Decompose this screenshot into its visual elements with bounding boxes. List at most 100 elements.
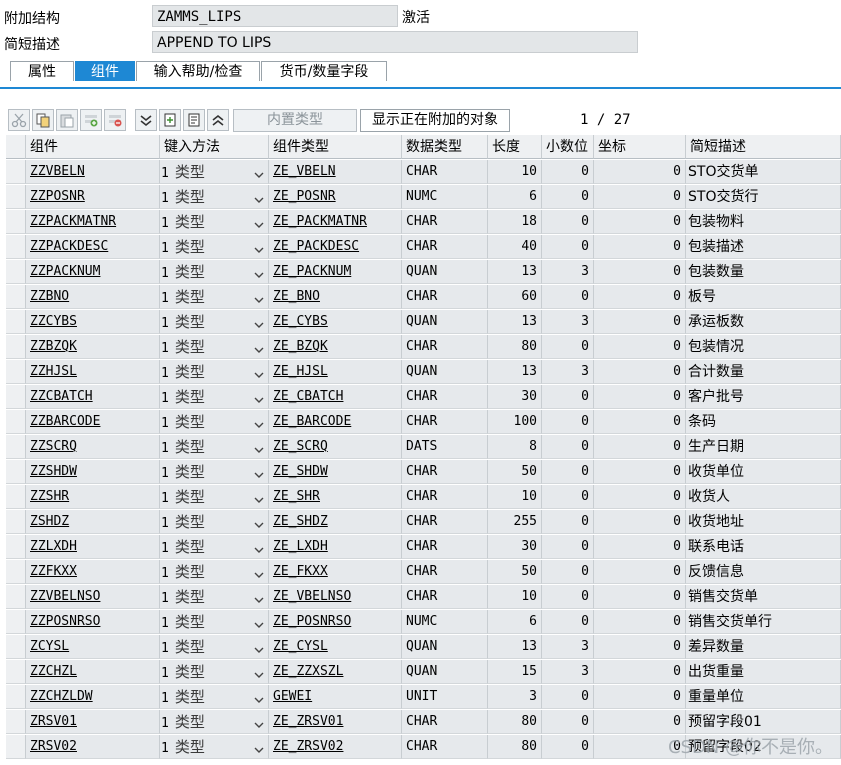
row-selector[interactable] (6, 260, 26, 284)
component-name-cell[interactable]: ZZCHZL (26, 660, 160, 684)
chevron-down-icon[interactable] (254, 665, 264, 683)
entry-method-cell[interactable]: 1 类型 (160, 585, 269, 609)
table-row[interactable]: 1 类型 ZZCYBS ZE_CYBS QUAN 13 3 0 承运板数 (0, 310, 841, 335)
entry-method-cell[interactable]: 1 类型 (160, 560, 269, 584)
chevron-down-icon[interactable] (254, 615, 264, 633)
short-desc-cell[interactable]: 联系电话 (686, 535, 841, 559)
short-desc-cell[interactable]: 承运板数 (686, 310, 841, 334)
chevron-down-icon[interactable] (254, 715, 264, 733)
entry-method-cell[interactable]: 1 类型 (160, 360, 269, 384)
component-name-cell[interactable]: ZZFKXX (26, 560, 160, 584)
component-type-cell[interactable]: ZE_SHDZ (269, 510, 402, 534)
row-selector[interactable] (6, 560, 26, 584)
table-row[interactable]: 1 类型 ZZBNO ZE_BNO CHAR 60 0 0 板号 (0, 285, 841, 310)
component-type-cell[interactable]: ZE_ZRSV02 (269, 735, 402, 759)
row-selector[interactable] (6, 685, 26, 709)
chevron-down-icon[interactable] (254, 690, 264, 708)
entry-method-cell[interactable]: 1 类型 (160, 685, 269, 709)
component-name-cell[interactable]: ZZSHR (26, 485, 160, 509)
short-desc-cell[interactable]: 出货重量 (686, 660, 841, 684)
col-header-decimals[interactable]: 小数位 (542, 135, 594, 159)
chevron-down-icon[interactable] (254, 315, 264, 333)
row-selector[interactable] (6, 160, 26, 184)
short-desc-cell[interactable]: 包装数量 (686, 260, 841, 284)
component-name-cell[interactable]: ZZVBELN (26, 160, 160, 184)
table-row[interactable]: 1 类型 ZZVBELN ZE_VBELN CHAR 10 0 0 STO交货单 (0, 160, 841, 185)
table-row[interactable]: 1 类型 ZZSHR ZE_SHR CHAR 10 0 0 收货人 (0, 485, 841, 510)
chevron-down-icon[interactable] (254, 365, 264, 383)
row-selector[interactable] (6, 210, 26, 234)
row-selector[interactable] (6, 710, 26, 734)
component-type-cell[interactable]: ZE_VBELNSO (269, 585, 402, 609)
component-name-cell[interactable]: ZZCYBS (26, 310, 160, 334)
table-row[interactable]: 1 类型 ZZVBELNSO ZE_VBELNSO CHAR 10 0 0 销售交货单 (0, 585, 841, 610)
entry-method-cell[interactable]: 1 类型 (160, 335, 269, 359)
entry-method-cell[interactable]: 1 类型 (160, 160, 269, 184)
row-selector[interactable] (6, 185, 26, 209)
chevron-down-icon[interactable] (254, 390, 264, 408)
component-type-cell[interactable]: ZE_POSNRSO (269, 610, 402, 634)
component-type-cell[interactable]: ZE_BARCODE (269, 410, 402, 434)
component-name-cell[interactable]: ZZPOSNR (26, 185, 160, 209)
component-name-cell[interactable]: ZZSHDW (26, 460, 160, 484)
chevron-down-icon[interactable] (254, 740, 264, 758)
short-desc-cell[interactable]: STO交货单 (686, 160, 841, 184)
entry-method-cell[interactable]: 1 类型 (160, 460, 269, 484)
short-desc-cell[interactable]: 差异数量 (686, 635, 841, 659)
row-selector[interactable] (6, 285, 26, 309)
table-row[interactable]: 1 类型 ZSHDZ ZE_SHDZ CHAR 255 0 0 收货地址 (0, 510, 841, 535)
short-desc-field[interactable]: APPEND TO LIPS (152, 31, 638, 53)
component-type-cell[interactable]: ZE_SCRQ (269, 435, 402, 459)
chevron-down-icon[interactable] (254, 540, 264, 558)
entry-method-cell[interactable]: 1 类型 (160, 660, 269, 684)
component-type-cell[interactable]: ZE_ZRSV01 (269, 710, 402, 734)
table-row[interactable]: 1 类型 ZCYSL ZE_CYSL QUAN 13 3 0 差异数量 (0, 635, 841, 660)
entry-method-cell[interactable]: 1 类型 (160, 610, 269, 634)
component-name-cell[interactable]: ZSHDZ (26, 510, 160, 534)
delete-row-icon[interactable] (104, 109, 126, 131)
tab-components[interactable]: 组件 (75, 61, 135, 81)
row-selector[interactable] (6, 485, 26, 509)
short-desc-cell[interactable]: 收货地址 (686, 510, 841, 534)
short-desc-cell[interactable]: 客户批号 (686, 385, 841, 409)
table-row[interactable]: 1 类型 ZZLXDH ZE_LXDH CHAR 30 0 0 联系电话 (0, 535, 841, 560)
copy-icon[interactable] (32, 109, 54, 131)
row-selector[interactable] (6, 335, 26, 359)
chevron-down-icon[interactable] (254, 515, 264, 533)
short-desc-cell[interactable]: 板号 (686, 285, 841, 309)
row-selector[interactable] (6, 635, 26, 659)
short-desc-cell[interactable]: 包装情况 (686, 335, 841, 359)
row-selector[interactable] (6, 735, 26, 759)
chevron-down-icon[interactable] (254, 590, 264, 608)
short-desc-cell[interactable]: 收货单位 (686, 460, 841, 484)
short-desc-cell[interactable]: 重量单位 (686, 685, 841, 709)
chevron-down-icon[interactable] (254, 215, 264, 233)
short-desc-cell[interactable]: 销售交货单行 (686, 610, 841, 634)
component-name-cell[interactable]: ZRSV01 (26, 710, 160, 734)
select-all-cell[interactable] (6, 135, 26, 159)
component-name-cell[interactable]: ZZCBATCH (26, 385, 160, 409)
cut-icon[interactable] (8, 109, 30, 131)
table-row[interactable]: 1 类型 ZZPACKMATNR ZE_PACKMATNR CHAR 18 0 0 包装物料 (0, 210, 841, 235)
col-header-entry-method[interactable]: 键入方法 (160, 135, 269, 159)
table-row[interactable]: 1 类型 ZZSCRQ ZE_SCRQ DATS 8 0 0 生产日期 (0, 435, 841, 460)
table-row[interactable]: 1 类型 ZZPACKDESC ZE_PACKDESC CHAR 40 0 0 包装描述 (0, 235, 841, 260)
row-selector[interactable] (6, 435, 26, 459)
component-name-cell[interactable]: ZZVBELNSO (26, 585, 160, 609)
row-selector[interactable] (6, 510, 26, 534)
short-desc-cell[interactable]: 条码 (686, 410, 841, 434)
row-selector[interactable] (6, 310, 26, 334)
short-desc-cell[interactable]: STO交货行 (686, 185, 841, 209)
chevron-down-icon[interactable] (254, 640, 264, 658)
chevron-down-icon[interactable] (254, 190, 264, 208)
row-selector[interactable] (6, 235, 26, 259)
component-type-cell[interactable]: ZE_PACKMATNR (269, 210, 402, 234)
col-header-component[interactable]: 组件 (26, 135, 160, 159)
chevron-down-icon[interactable] (254, 240, 264, 258)
component-name-cell[interactable]: ZZPACKMATNR (26, 210, 160, 234)
row-selector[interactable] (6, 585, 26, 609)
chevron-down-icon[interactable] (254, 565, 264, 583)
short-desc-cell[interactable]: 生产日期 (686, 435, 841, 459)
short-desc-cell[interactable]: 包装物料 (686, 210, 841, 234)
component-name-cell[interactable]: ZZPOSNRSO (26, 610, 160, 634)
